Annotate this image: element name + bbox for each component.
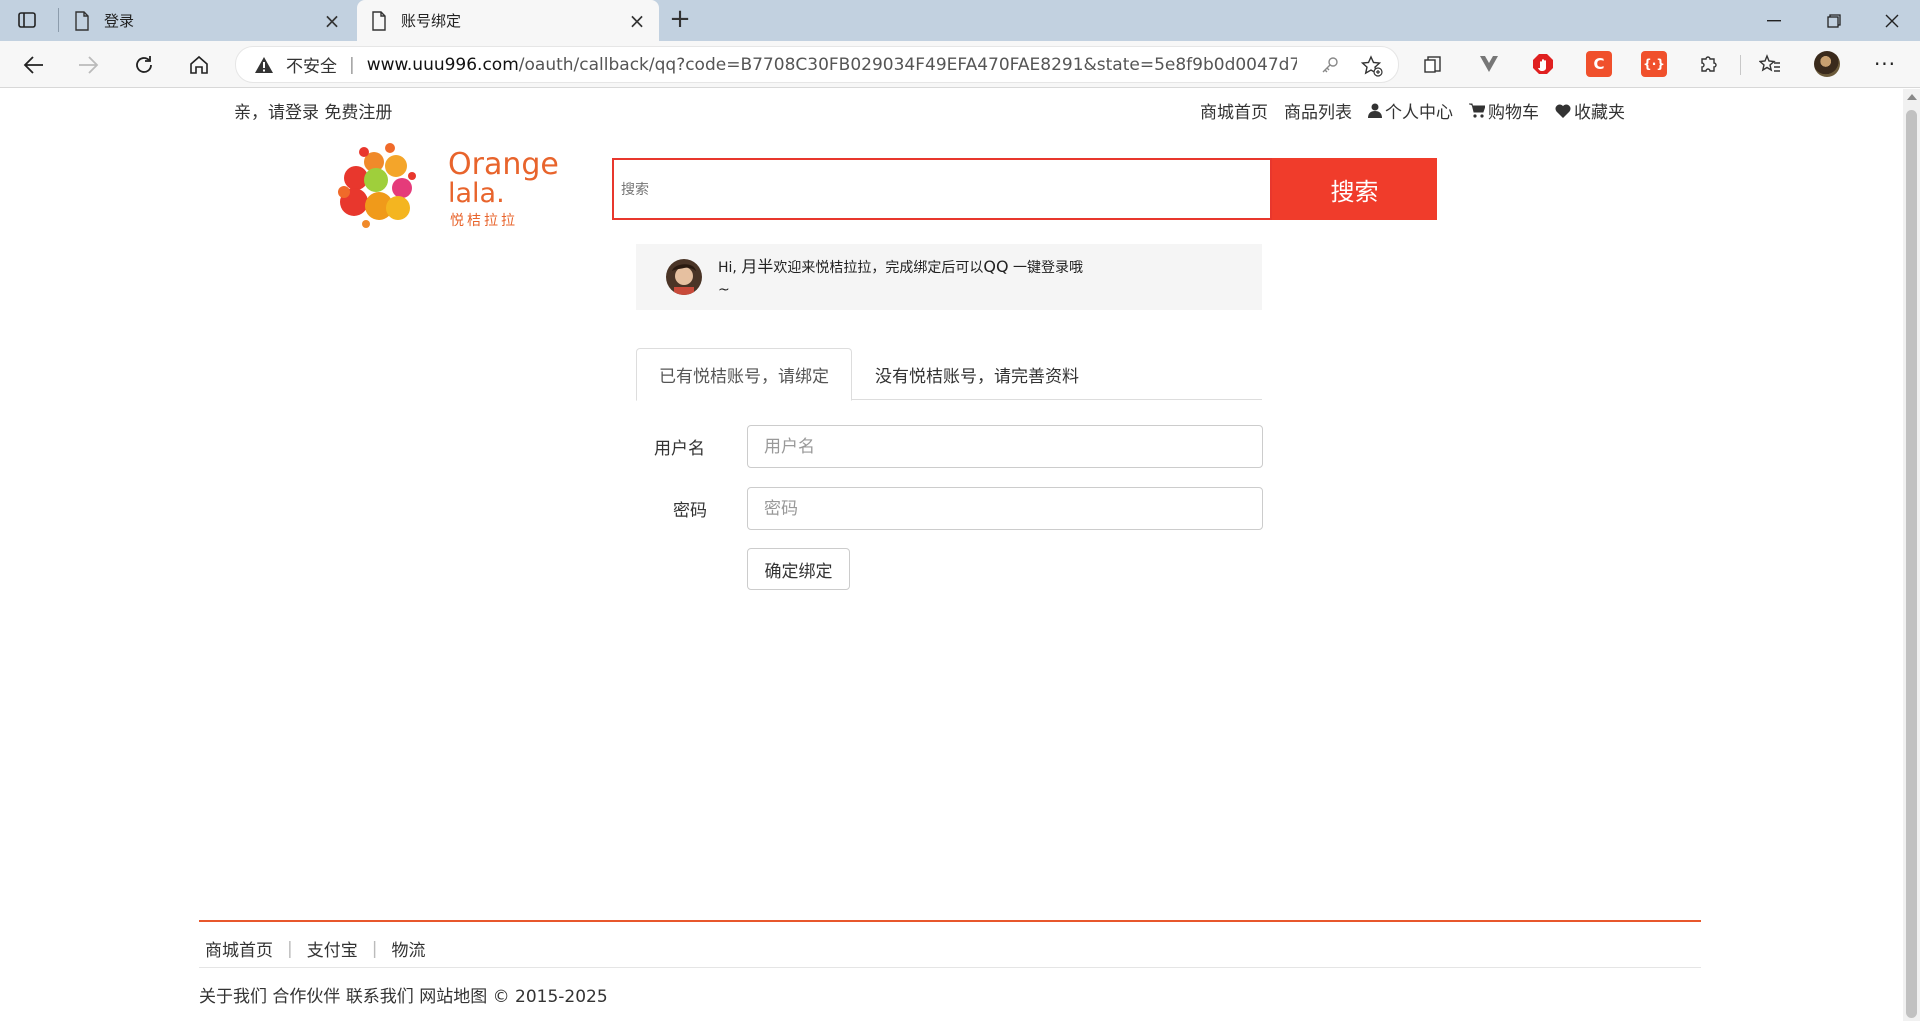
close-tab-icon[interactable]: × — [625, 9, 649, 33]
login-link[interactable]: 亲，请登录 — [234, 103, 319, 123]
address-bar[interactable]: 不安全 | www.uuu996.com/oauth/callback/qq?c… — [235, 46, 1399, 83]
welcome-text: 欢迎来悦桔拉拉，完成绑定后可以 — [773, 260, 984, 276]
search-input[interactable] — [614, 160, 1270, 218]
welcome-message: Hi, 月半欢迎来悦桔拉拉，完成绑定后可以QQ 一键登录哦 ~ — [718, 256, 1138, 301]
copyright-text: © 2015-2025 — [492, 987, 608, 1007]
tab-bind-existing[interactable]: 已有悦桔账号，请绑定 — [636, 348, 852, 401]
password-input[interactable] — [747, 487, 1263, 530]
tab-title: 账号绑定 — [401, 12, 462, 30]
nav-favorites[interactable]: 收藏夹 — [1555, 98, 1625, 123]
tab-title: 登录 — [104, 12, 135, 30]
collections-icon[interactable] — [1420, 51, 1446, 77]
user-icon — [1368, 103, 1382, 118]
document-icon — [372, 10, 386, 31]
tab-separator — [58, 8, 59, 32]
add-favorite-icon[interactable] — [1360, 54, 1384, 78]
welcome-qq: QQ — [983, 257, 1009, 276]
header-nav: 商城首页 商品列表 个人中心 购物车 收藏夹 — [1200, 98, 1625, 123]
welcome-banner: Hi, 月半欢迎来悦桔拉拉，完成绑定后可以QQ 一键登录哦 ~ — [636, 244, 1262, 310]
back-arrow-icon[interactable] — [18, 49, 50, 81]
profile-avatar[interactable] — [1814, 51, 1840, 77]
nav-label: 商城首页 — [1200, 103, 1268, 123]
search-button[interactable]: 搜索 — [1272, 158, 1437, 220]
new-tab-icon[interactable]: + — [666, 6, 694, 34]
username-label: 用户名 — [654, 439, 705, 459]
json-extension-icon[interactable]: {·} — [1641, 51, 1667, 77]
register-link[interactable]: 免费注册 — [324, 103, 392, 123]
tab-login[interactable]: 登录 × — [60, 0, 354, 41]
qq-avatar — [666, 259, 702, 295]
url-text[interactable]: www.uuu996.com/oauth/callback/qq?code=B7… — [367, 55, 1297, 75]
security-label[interactable]: 不安全 — [286, 52, 337, 77]
scroll-up-icon[interactable] — [1907, 94, 1917, 100]
more-menu-icon[interactable]: ··· — [1872, 51, 1898, 77]
scrollbar-thumb[interactable] — [1906, 110, 1917, 1018]
home-icon[interactable] — [183, 49, 215, 81]
confirm-bind-button[interactable]: 确定绑定 — [747, 548, 850, 590]
nav-user-center[interactable]: 个人中心 — [1368, 98, 1453, 123]
footer-separator: | — [371, 938, 378, 959]
username-input[interactable] — [747, 425, 1263, 468]
welcome-hi: Hi, — [718, 260, 737, 276]
nav-label: 个人中心 — [1385, 103, 1453, 123]
footer-about[interactable]: 关于我们 — [199, 987, 267, 1007]
url-path: /oauth/callback/qq?code=B7708C30FB029034… — [518, 54, 1297, 75]
nav-label: 购物车 — [1488, 103, 1539, 123]
nav-label: 商品列表 — [1284, 103, 1352, 123]
tab-actions-icon[interactable] — [14, 8, 40, 32]
close-tab-icon[interactable]: × — [320, 9, 344, 33]
forward-arrow-icon[interactable] — [72, 49, 104, 81]
search-field-wrapper — [612, 158, 1272, 220]
login-prompt: 亲，请登录 免费注册 — [234, 98, 392, 123]
cart-icon — [1469, 103, 1485, 118]
minimize-icon[interactable] — [1746, 0, 1802, 41]
nav-label: 收藏夹 — [1574, 103, 1625, 123]
warning-icon[interactable] — [254, 55, 274, 75]
favorites-icon[interactable] — [1757, 51, 1783, 77]
key-icon[interactable] — [1320, 55, 1340, 75]
document-icon — [75, 10, 89, 31]
browser-toolbar: 不安全 | www.uuu996.com/oauth/callback/qq?c… — [0, 41, 1920, 88]
nav-cart[interactable]: 购物车 — [1469, 98, 1539, 123]
heart-icon — [1555, 103, 1571, 118]
welcome-tail: 一键登录哦 — [1012, 260, 1083, 276]
tab-complete-profile[interactable]: 没有悦桔账号，请完善资料 — [852, 348, 1102, 400]
toolbar-divider — [1740, 55, 1741, 75]
footer-link-alipay[interactable]: 支付宝 — [307, 936, 358, 961]
logo-text-chinese: 悦桔拉拉 — [450, 213, 518, 229]
logo-text-lala: lala. — [448, 178, 505, 209]
adblock-extension-icon[interactable] — [1530, 51, 1556, 77]
footer-sitemap[interactable]: 网站地图 — [419, 987, 487, 1007]
footer-bottom: 关于我们 合作伙伴 联系我们 网站地图 © 2015-2025 — [199, 982, 608, 1007]
footer-contact[interactable]: 联系我们 — [346, 987, 414, 1007]
footer-nav: 商城首页 | 支付宝 | 物流 — [205, 936, 425, 962]
browser-tab-bar: 登录 × 账号绑定 × + — [0, 0, 1920, 41]
close-window-icon[interactable] — [1864, 0, 1920, 41]
tab-account-binding[interactable]: 账号绑定 × — [357, 0, 659, 41]
password-label: 密码 — [673, 501, 707, 521]
footer-partners[interactable]: 合作伙伴 — [272, 987, 340, 1007]
refresh-icon[interactable] — [128, 49, 160, 81]
footer-divider — [199, 967, 1701, 968]
nav-product-list[interactable]: 商品列表 — [1284, 98, 1352, 123]
nav-mall-home[interactable]: 商城首页 — [1200, 98, 1268, 123]
qq-nickname: 月半 — [741, 257, 774, 276]
footer-separator: | — [287, 938, 293, 959]
vue-extension-icon[interactable] — [1476, 51, 1502, 77]
restore-icon[interactable] — [1806, 0, 1862, 41]
address-divider: | — [349, 54, 355, 75]
extensions-puzzle-icon[interactable] — [1696, 51, 1722, 77]
url-host: www.uuu996.com — [366, 54, 519, 75]
logo-text-orange: Orange — [448, 147, 559, 182]
footer-accent-line — [199, 920, 1701, 922]
c-extension-icon[interactable]: C — [1586, 51, 1612, 77]
footer-link-home[interactable]: 商城首页 — [205, 936, 273, 961]
welcome-tilde: ~ — [718, 282, 730, 298]
binding-tabs: 已有悦桔账号，请绑定 没有悦桔账号，请完善资料 — [636, 348, 1262, 401]
footer-link-logistics[interactable]: 物流 — [391, 936, 425, 961]
